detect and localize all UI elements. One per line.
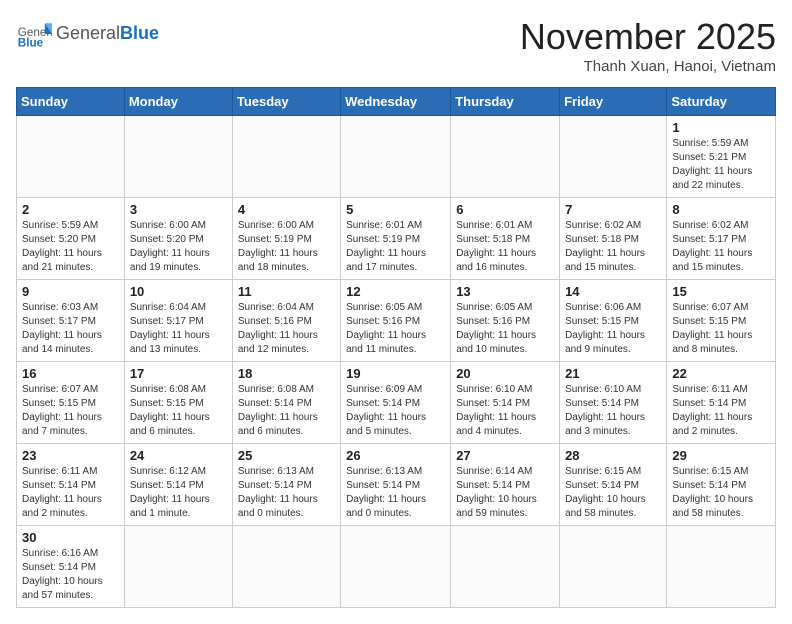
day-26: 26Sunrise: 6:13 AMSunset: 5:14 PMDayligh… [341, 444, 451, 526]
day-0 [124, 526, 232, 608]
day-21: 21Sunrise: 6:10 AMSunset: 5:14 PMDayligh… [560, 362, 667, 444]
svg-text:Blue: Blue [18, 37, 44, 50]
day-6: 6Sunrise: 6:01 AMSunset: 5:18 PMDaylight… [451, 198, 560, 280]
logo-general-text: General [56, 23, 120, 43]
page-header: General Blue GeneralBlue November 2025 T… [16, 16, 776, 75]
day-18: 18Sunrise: 6:08 AMSunset: 5:14 PMDayligh… [232, 362, 340, 444]
day-9: 9Sunrise: 6:03 AMSunset: 5:17 PMDaylight… [17, 280, 125, 362]
day-0 [232, 116, 340, 198]
day-1: 1Sunrise: 5:59 AMSunset: 5:21 PMDaylight… [667, 116, 776, 198]
col-saturday: Saturday [667, 88, 776, 116]
day-11: 11Sunrise: 6:04 AMSunset: 5:16 PMDayligh… [232, 280, 340, 362]
day-0 [560, 116, 667, 198]
col-friday: Friday [560, 88, 667, 116]
day-0 [451, 526, 560, 608]
logo-blue-text: Blue [120, 23, 159, 43]
day-0 [560, 526, 667, 608]
day-13: 13Sunrise: 6:05 AMSunset: 5:16 PMDayligh… [451, 280, 560, 362]
day-22: 22Sunrise: 6:11 AMSunset: 5:14 PMDayligh… [667, 362, 776, 444]
col-tuesday: Tuesday [232, 88, 340, 116]
col-thursday: Thursday [451, 88, 560, 116]
day-4: 4Sunrise: 6:00 AMSunset: 5:19 PMDaylight… [232, 198, 340, 280]
logo-wordmark: GeneralBlue [56, 24, 159, 44]
day-2: 2Sunrise: 5:59 AMSunset: 5:20 PMDaylight… [17, 198, 125, 280]
day-12: 12Sunrise: 6:05 AMSunset: 5:16 PMDayligh… [341, 280, 451, 362]
day-20: 20Sunrise: 6:10 AMSunset: 5:14 PMDayligh… [451, 362, 560, 444]
day-0 [17, 116, 125, 198]
day-0 [667, 526, 776, 608]
day-29: 29Sunrise: 6:15 AMSunset: 5:14 PMDayligh… [667, 444, 776, 526]
day-7: 7Sunrise: 6:02 AMSunset: 5:18 PMDaylight… [560, 198, 667, 280]
day-25: 25Sunrise: 6:13 AMSunset: 5:14 PMDayligh… [232, 444, 340, 526]
col-monday: Monday [124, 88, 232, 116]
day-0 [232, 526, 340, 608]
day-16: 16Sunrise: 6:07 AMSunset: 5:15 PMDayligh… [17, 362, 125, 444]
col-sunday: Sunday [17, 88, 125, 116]
title-block: November 2025 Thanh Xuan, Hanoi, Vietnam [520, 16, 776, 75]
day-17: 17Sunrise: 6:08 AMSunset: 5:15 PMDayligh… [124, 362, 232, 444]
day-23: 23Sunrise: 6:11 AMSunset: 5:14 PMDayligh… [17, 444, 125, 526]
day-0 [124, 116, 232, 198]
day-0 [341, 526, 451, 608]
day-8: 8Sunrise: 6:02 AMSunset: 5:17 PMDaylight… [667, 198, 776, 280]
logo-icon: General Blue [16, 16, 52, 52]
day-19: 19Sunrise: 6:09 AMSunset: 5:14 PMDayligh… [341, 362, 451, 444]
day-14: 14Sunrise: 6:06 AMSunset: 5:15 PMDayligh… [560, 280, 667, 362]
location: Thanh Xuan, Hanoi, Vietnam [520, 58, 776, 75]
day-28: 28Sunrise: 6:15 AMSunset: 5:14 PMDayligh… [560, 444, 667, 526]
day-30: 30Sunrise: 6:16 AMSunset: 5:14 PMDayligh… [17, 526, 125, 608]
day-27: 27Sunrise: 6:14 AMSunset: 5:14 PMDayligh… [451, 444, 560, 526]
day-5: 5Sunrise: 6:01 AMSunset: 5:19 PMDaylight… [341, 198, 451, 280]
day-0 [341, 116, 451, 198]
day-15: 15Sunrise: 6:07 AMSunset: 5:15 PMDayligh… [667, 280, 776, 362]
col-wednesday: Wednesday [341, 88, 451, 116]
day-10: 10Sunrise: 6:04 AMSunset: 5:17 PMDayligh… [124, 280, 232, 362]
day-0 [451, 116, 560, 198]
month-title: November 2025 [520, 16, 776, 58]
logo: General Blue GeneralBlue [16, 16, 159, 52]
day-3: 3Sunrise: 6:00 AMSunset: 5:20 PMDaylight… [124, 198, 232, 280]
day-24: 24Sunrise: 6:12 AMSunset: 5:14 PMDayligh… [124, 444, 232, 526]
calendar-table: Sunday Monday Tuesday Wednesday Thursday… [16, 87, 776, 608]
